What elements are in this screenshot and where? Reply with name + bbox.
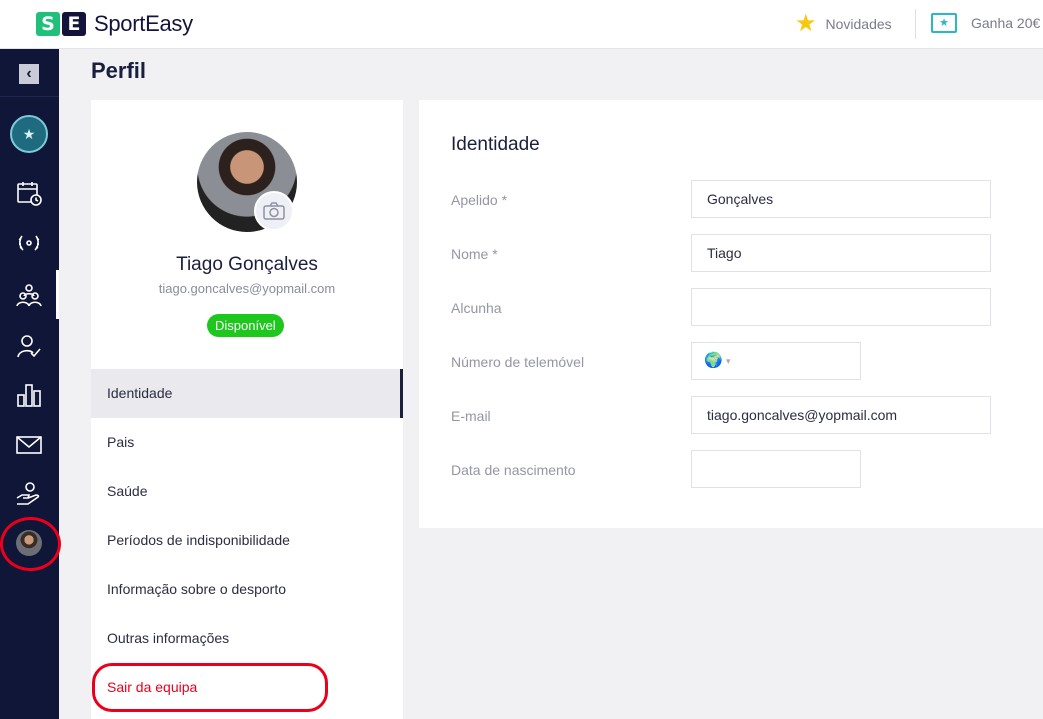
sidebar-divider: [0, 96, 59, 97]
brand-name: SportEasy: [94, 11, 193, 36]
annotation-circle: [0, 517, 61, 571]
earn-link[interactable]: ★ Ganha 20€: [931, 13, 1040, 33]
earn-label: Ganha 20€: [971, 15, 1041, 31]
field-label-nome: Nome *: [451, 246, 498, 262]
attendance-icon[interactable]: [16, 333, 42, 359]
news-link[interactable]: ★ Novidades: [795, 10, 892, 37]
section-title: Identidade: [451, 134, 540, 155]
profile-name: Tiago Gonçalves: [176, 254, 318, 275]
field-label-telemovel: Número de telemóvel: [451, 354, 585, 370]
field-label-email: E-mail: [451, 408, 491, 424]
menu-item-outras-informacoes[interactable]: Outras informações: [91, 614, 403, 663]
ticket-icon: ★: [931, 13, 957, 33]
field-label-apelido: Apelido *: [451, 192, 508, 208]
collapse-sidebar-button[interactable]: ‹: [19, 64, 39, 84]
menu-item-informacao-desporto[interactable]: Informação sobre o desporto: [91, 565, 403, 614]
club-logo[interactable]: [10, 115, 48, 153]
field-label-data-nascimento: Data de nascimento: [451, 462, 576, 478]
field-label-alcunha: Alcunha: [451, 300, 502, 316]
news-label: Novidades: [825, 16, 892, 32]
mail-icon[interactable]: [16, 432, 42, 458]
email-input[interactable]: tiago.goncalves@yopmail.com: [691, 396, 991, 434]
status-badge[interactable]: Disponível: [207, 314, 284, 337]
sidebar: ‹: [0, 49, 61, 719]
menu-item-pais[interactable]: Pais: [91, 418, 403, 467]
profile-email: tiago.goncalves@yopmail.com: [158, 281, 336, 296]
trophy-icon[interactable]: [16, 231, 42, 257]
alcunha-input[interactable]: [691, 288, 991, 326]
menu-item-periodos-indisponibilidade[interactable]: Períodos de indisponibilidade: [91, 516, 403, 565]
birthdate-input[interactable]: [691, 450, 861, 488]
globe-icon[interactable]: 🌍: [704, 343, 723, 379]
sporteasy-logo[interactable]: S E SportEasy: [36, 11, 193, 37]
menu-item-saude[interactable]: Saúde: [91, 467, 403, 516]
apelido-input[interactable]: Gonçalves: [691, 180, 991, 218]
calendar-icon[interactable]: [16, 180, 42, 206]
logo-mark: S E: [36, 12, 86, 36]
annotation-oval: [92, 663, 328, 712]
chevron-down-icon[interactable]: ▾: [726, 343, 731, 379]
phone-input[interactable]: 🌍 ▾: [691, 342, 861, 380]
team-icon[interactable]: [16, 282, 42, 308]
star-icon: ★: [795, 10, 817, 37]
logo-mark-e: E: [62, 12, 86, 36]
top-bar: S E SportEasy ★ Novidades ★ Ganha 20€: [0, 0, 1043, 49]
camera-icon[interactable]: [254, 191, 294, 231]
page-title: Perfil: [91, 58, 147, 83]
nome-input[interactable]: Tiago: [691, 234, 991, 272]
donation-icon[interactable]: [16, 481, 42, 507]
identity-form-card: Identidade Apelido * Gonçalves Nome * Ti…: [419, 100, 1043, 528]
profile-menu: Identidade Pais Saúde Períodos de indisp…: [91, 369, 403, 712]
profile-card: Tiago Gonçalves tiago.goncalves@yopmail.…: [91, 100, 403, 719]
stats-icon[interactable]: [16, 382, 42, 408]
header-divider: [915, 9, 916, 39]
logo-mark-s: S: [36, 12, 60, 36]
menu-item-identidade[interactable]: Identidade: [91, 369, 403, 418]
